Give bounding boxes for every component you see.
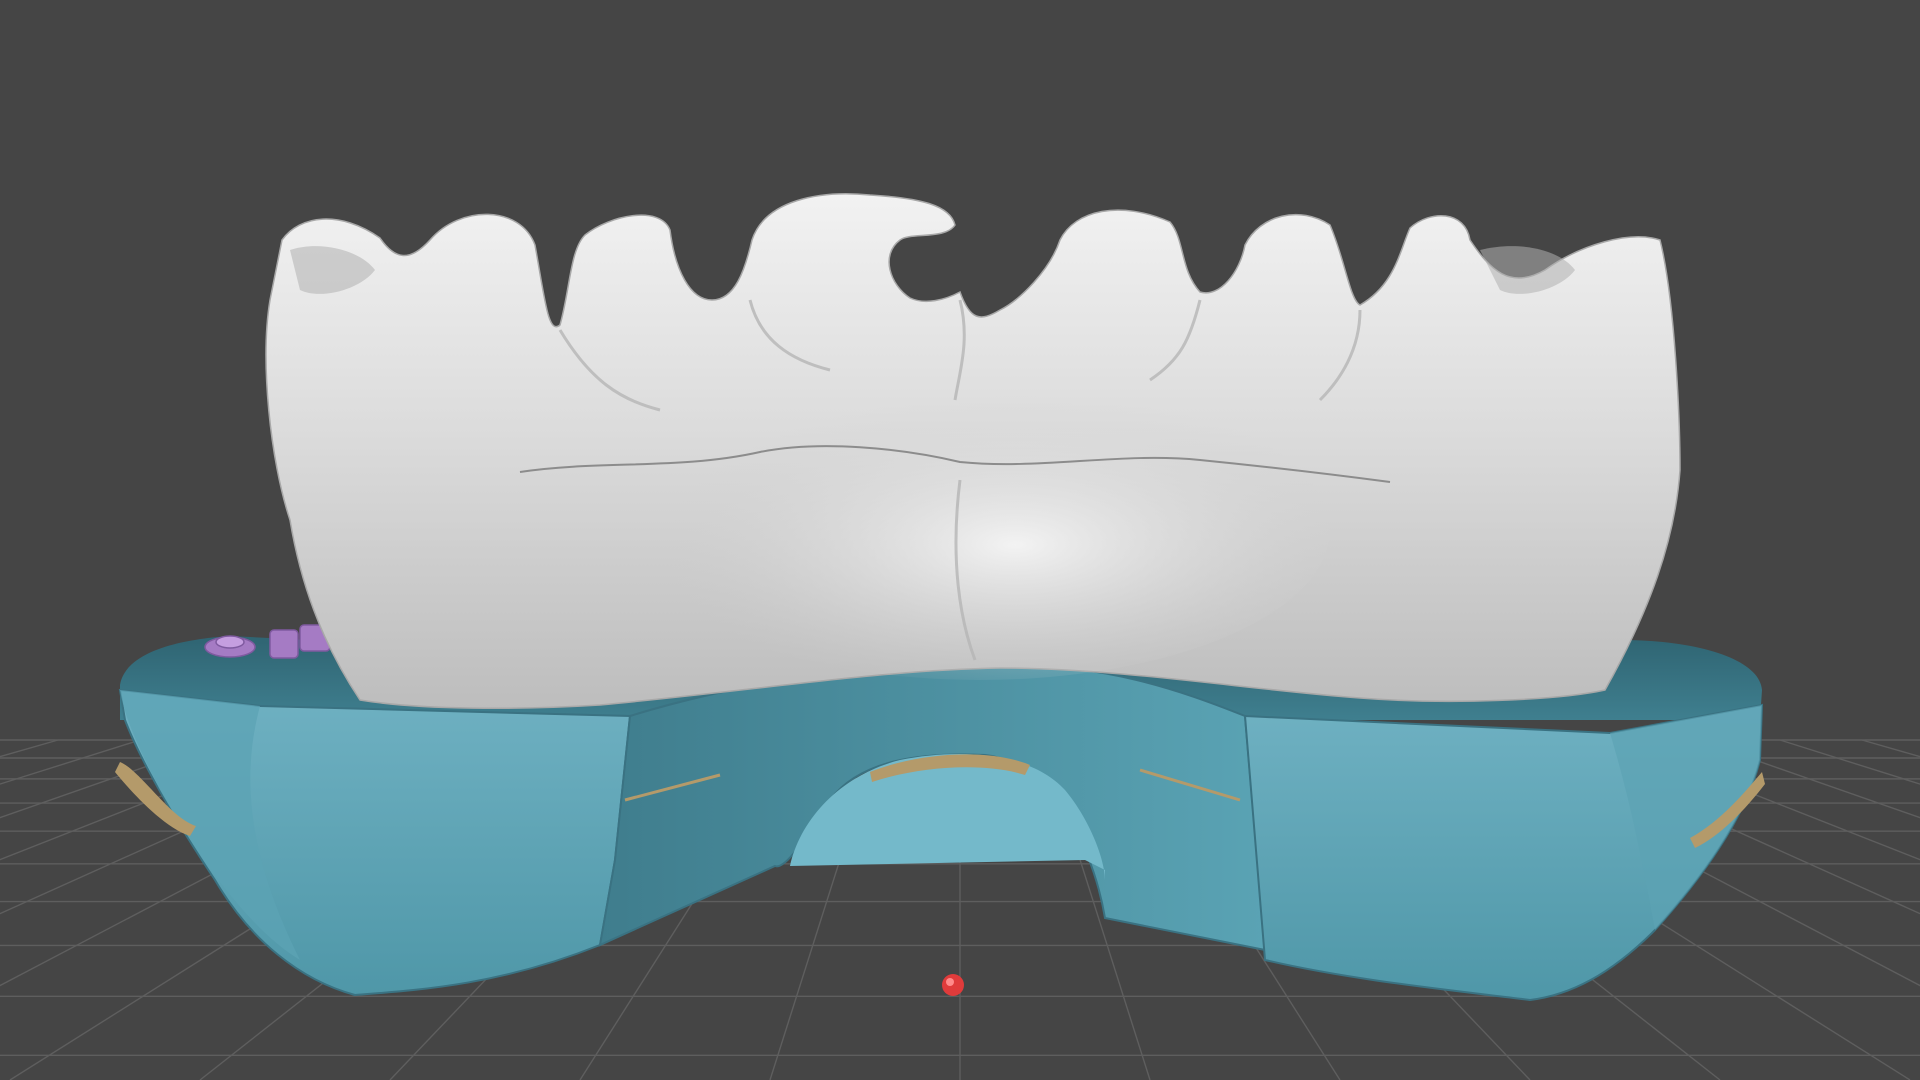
scene-canvas[interactable] <box>0 0 1920 1080</box>
origin-marker <box>942 974 964 996</box>
3d-viewport[interactable] <box>0 0 1920 1080</box>
grid-line-radial <box>0 739 141 785</box>
arch-highlight <box>630 380 1330 680</box>
grid-line-radial <box>1779 739 1920 785</box>
